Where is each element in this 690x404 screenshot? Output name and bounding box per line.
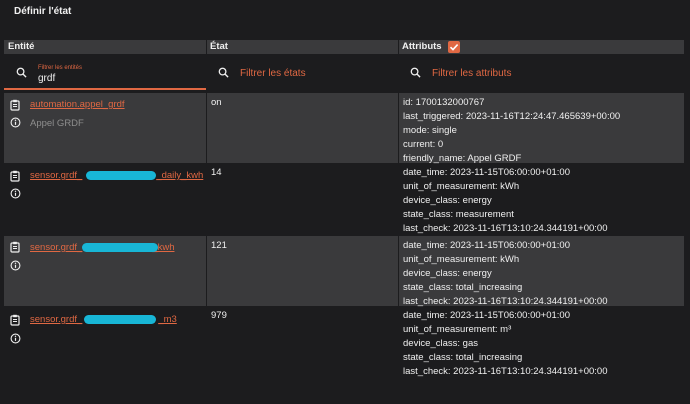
clipboard-icon[interactable] — [10, 241, 21, 253]
attributes-filter[interactable]: Filtrer les attributs — [398, 56, 684, 90]
state-filter[interactable]: Filtrer les états — [206, 56, 398, 90]
clipboard-icon[interactable] — [10, 170, 21, 182]
redaction-mark — [86, 171, 156, 180]
attribute-line: id: 1700132000767 — [403, 97, 485, 108]
column-divider — [206, 40, 207, 54]
table-header: Entité État Attributs — [4, 40, 684, 54]
column-divider — [398, 40, 399, 54]
column-header-attributes[interactable]: Attributs — [402, 40, 442, 54]
clipboard-icon[interactable] — [10, 99, 21, 111]
attribute-line: date_time: 2023-11-15T06:00:00+01:00 — [403, 310, 570, 321]
attribute-line: device_class: gas — [403, 338, 478, 349]
attribute-line: unit_of_measurement: kWh — [403, 181, 520, 192]
state-value: 14 — [211, 167, 222, 178]
state-value: 121 — [211, 240, 227, 251]
attribute-line: state_class: total_increasing — [403, 282, 523, 293]
attribute-line: state_class: measurement — [403, 209, 514, 220]
attribute-line: last_check: 2023-11-16T13:10:24.344191+0… — [403, 223, 608, 234]
info-icon[interactable] — [10, 260, 21, 271]
attribute-line: device_class: energy — [403, 268, 492, 279]
entity-cell: sensor.grdf_ _daily_kwh — [4, 163, 206, 236]
entity-filter-input[interactable]: grdf — [38, 73, 55, 84]
table-row: automation.appel_grdf Appel GRDF on id: … — [4, 93, 684, 164]
table-row: sensor.grdf_ _kwh 121 date_time: 2023-11-… — [4, 236, 684, 307]
state-value: on — [211, 97, 222, 108]
redaction-mark — [84, 315, 156, 324]
state-filter-input[interactable]: Filtrer les états — [240, 68, 306, 79]
table-row: sensor.grdf_ _m3 979 date_time: 2023-11-1… — [4, 306, 684, 380]
table-row: sensor.grdf_ _daily_kwh 14 date_time: 202… — [4, 163, 684, 236]
attribute-line: last_triggered: 2023-11-16T12:24:47.4656… — [403, 111, 621, 122]
attribute-line: last_check: 2023-11-16T13:10:24.344191+0… — [403, 366, 608, 377]
info-icon[interactable] — [10, 188, 21, 199]
entity-cell: automation.appel_grdf Appel GRDF — [4, 93, 206, 163]
state-cell: 121 — [206, 236, 398, 306]
attribute-line: current: 0 — [403, 139, 444, 150]
search-icon — [410, 67, 421, 78]
attributes-cell: date_time: 2023-11-15T06:00:00+01:00 uni… — [398, 163, 684, 236]
entity-filter[interactable]: Filtrer les entités grdf — [4, 56, 206, 90]
attribute-line: device_class: energy — [403, 195, 492, 206]
redaction-mark — [82, 243, 158, 252]
info-icon[interactable] — [10, 333, 21, 344]
attribute-line: unit_of_measurement: kWh — [403, 254, 520, 265]
attributes-filter-input[interactable]: Filtrer les attributs — [432, 68, 511, 79]
attributes-cell: id: 1700132000767 last_triggered: 2023-1… — [398, 93, 684, 164]
state-cell: 979 — [206, 306, 398, 380]
attributes-cell: date_time: 2023-11-15T06:00:00+01:00 uni… — [398, 236, 684, 307]
attribute-line: mode: single — [403, 125, 457, 136]
clipboard-icon[interactable] — [10, 314, 21, 326]
entity-cell: sensor.grdf_ _m3 — [4, 306, 206, 380]
entity-link[interactable]: automation.appel_grdf — [30, 99, 125, 110]
attributes-checkbox[interactable] — [448, 41, 460, 53]
page-title: Définir l'état — [14, 6, 72, 17]
state-value: 979 — [211, 310, 227, 321]
attributes-cell: date_time: 2023-11-15T06:00:00+01:00 uni… — [398, 306, 684, 380]
search-icon — [16, 67, 27, 78]
entity-cell: sensor.grdf_ _kwh — [4, 236, 206, 306]
attribute-line: state_class: total_increasing — [403, 352, 523, 363]
entity-friendly-name: Appel GRDF — [30, 118, 84, 129]
attribute-line: unit_of_measurement: m³ — [403, 324, 512, 335]
search-icon — [218, 67, 229, 78]
check-icon — [449, 44, 459, 51]
state-cell: 14 — [206, 163, 398, 236]
info-icon[interactable] — [10, 117, 21, 128]
entity-filter-label: Filtrer les entités — [38, 65, 83, 71]
column-header-entity[interactable]: Entité — [8, 40, 34, 54]
attribute-line: date_time: 2023-11-15T06:00:00+01:00 — [403, 167, 570, 178]
column-header-state[interactable]: État — [210, 40, 228, 54]
state-cell: on — [206, 93, 398, 163]
attribute-line: date_time: 2023-11-15T06:00:00+01:00 — [403, 240, 570, 251]
